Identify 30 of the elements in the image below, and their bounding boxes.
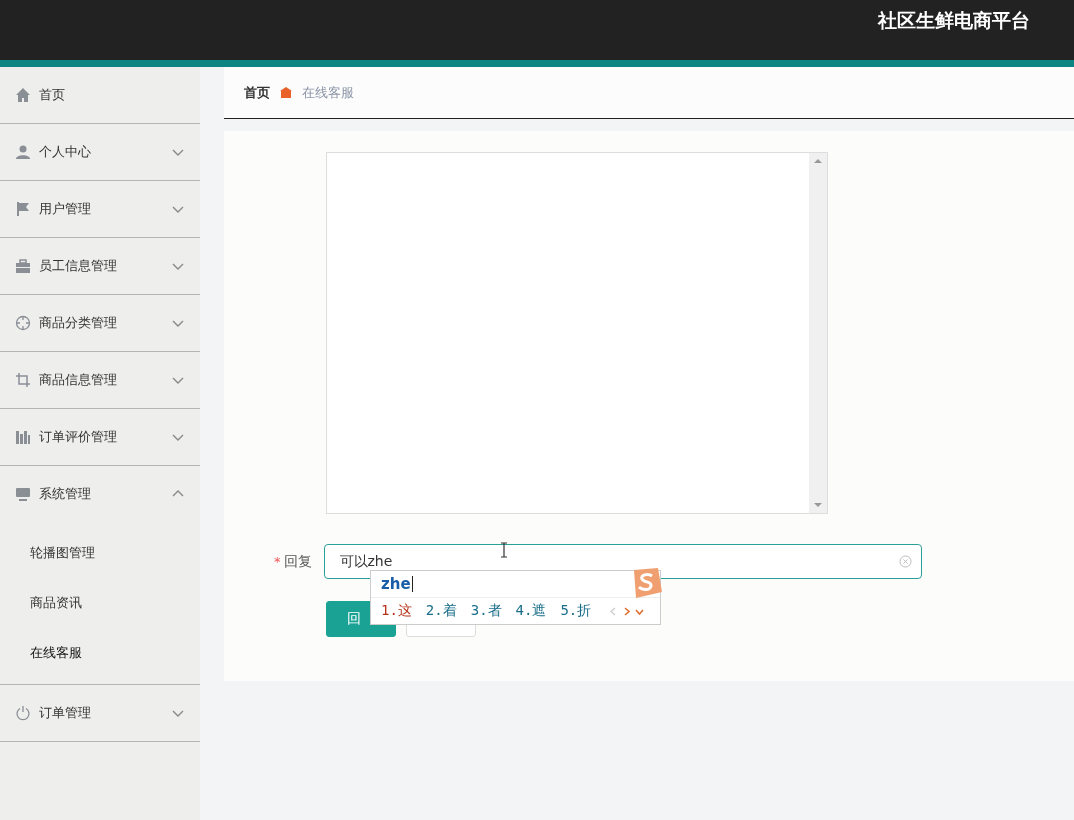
scroll-up-icon (814, 157, 822, 165)
ime-candidate[interactable]: 5.折 (560, 602, 592, 620)
home-icon (15, 87, 31, 103)
ime-candidate[interactable]: 4.遮 (515, 602, 547, 620)
sidebar-subitem[interactable]: 轮播图管理 (0, 528, 200, 578)
ime-candidate[interactable]: 2.着 (425, 602, 457, 620)
scroll-down-icon (814, 501, 822, 509)
ime-candidate[interactable]: 3.者 (470, 602, 502, 620)
field-label: 回复 (283, 552, 312, 571)
app-title: 社区生鲜电商平台 (878, 8, 1030, 33)
required-mark: * (274, 554, 281, 569)
crosshair-icon (15, 315, 31, 331)
sidebar-item[interactable]: 系统管理 (0, 466, 200, 522)
sidebar-subitem[interactable]: 商品资讯 (0, 578, 200, 628)
sidebar-subitem[interactable]: 在线客服 (0, 628, 200, 678)
text-editor[interactable] (326, 152, 828, 514)
power-icon (15, 705, 31, 721)
bar-chart-icon (15, 429, 31, 445)
text-caret (411, 576, 413, 592)
text-cursor-icon (500, 542, 508, 558)
breadcrumb-link[interactable]: 首页 (244, 83, 270, 102)
clear-icon (898, 555, 912, 568)
briefcase-icon (15, 258, 31, 274)
next-icon (622, 606, 632, 616)
monitor-icon (15, 486, 31, 502)
person-icon (15, 144, 31, 160)
home-icon (280, 87, 292, 98)
scrollbar[interactable] (809, 153, 827, 513)
flag-icon (15, 201, 31, 217)
crop-icon (15, 372, 31, 388)
